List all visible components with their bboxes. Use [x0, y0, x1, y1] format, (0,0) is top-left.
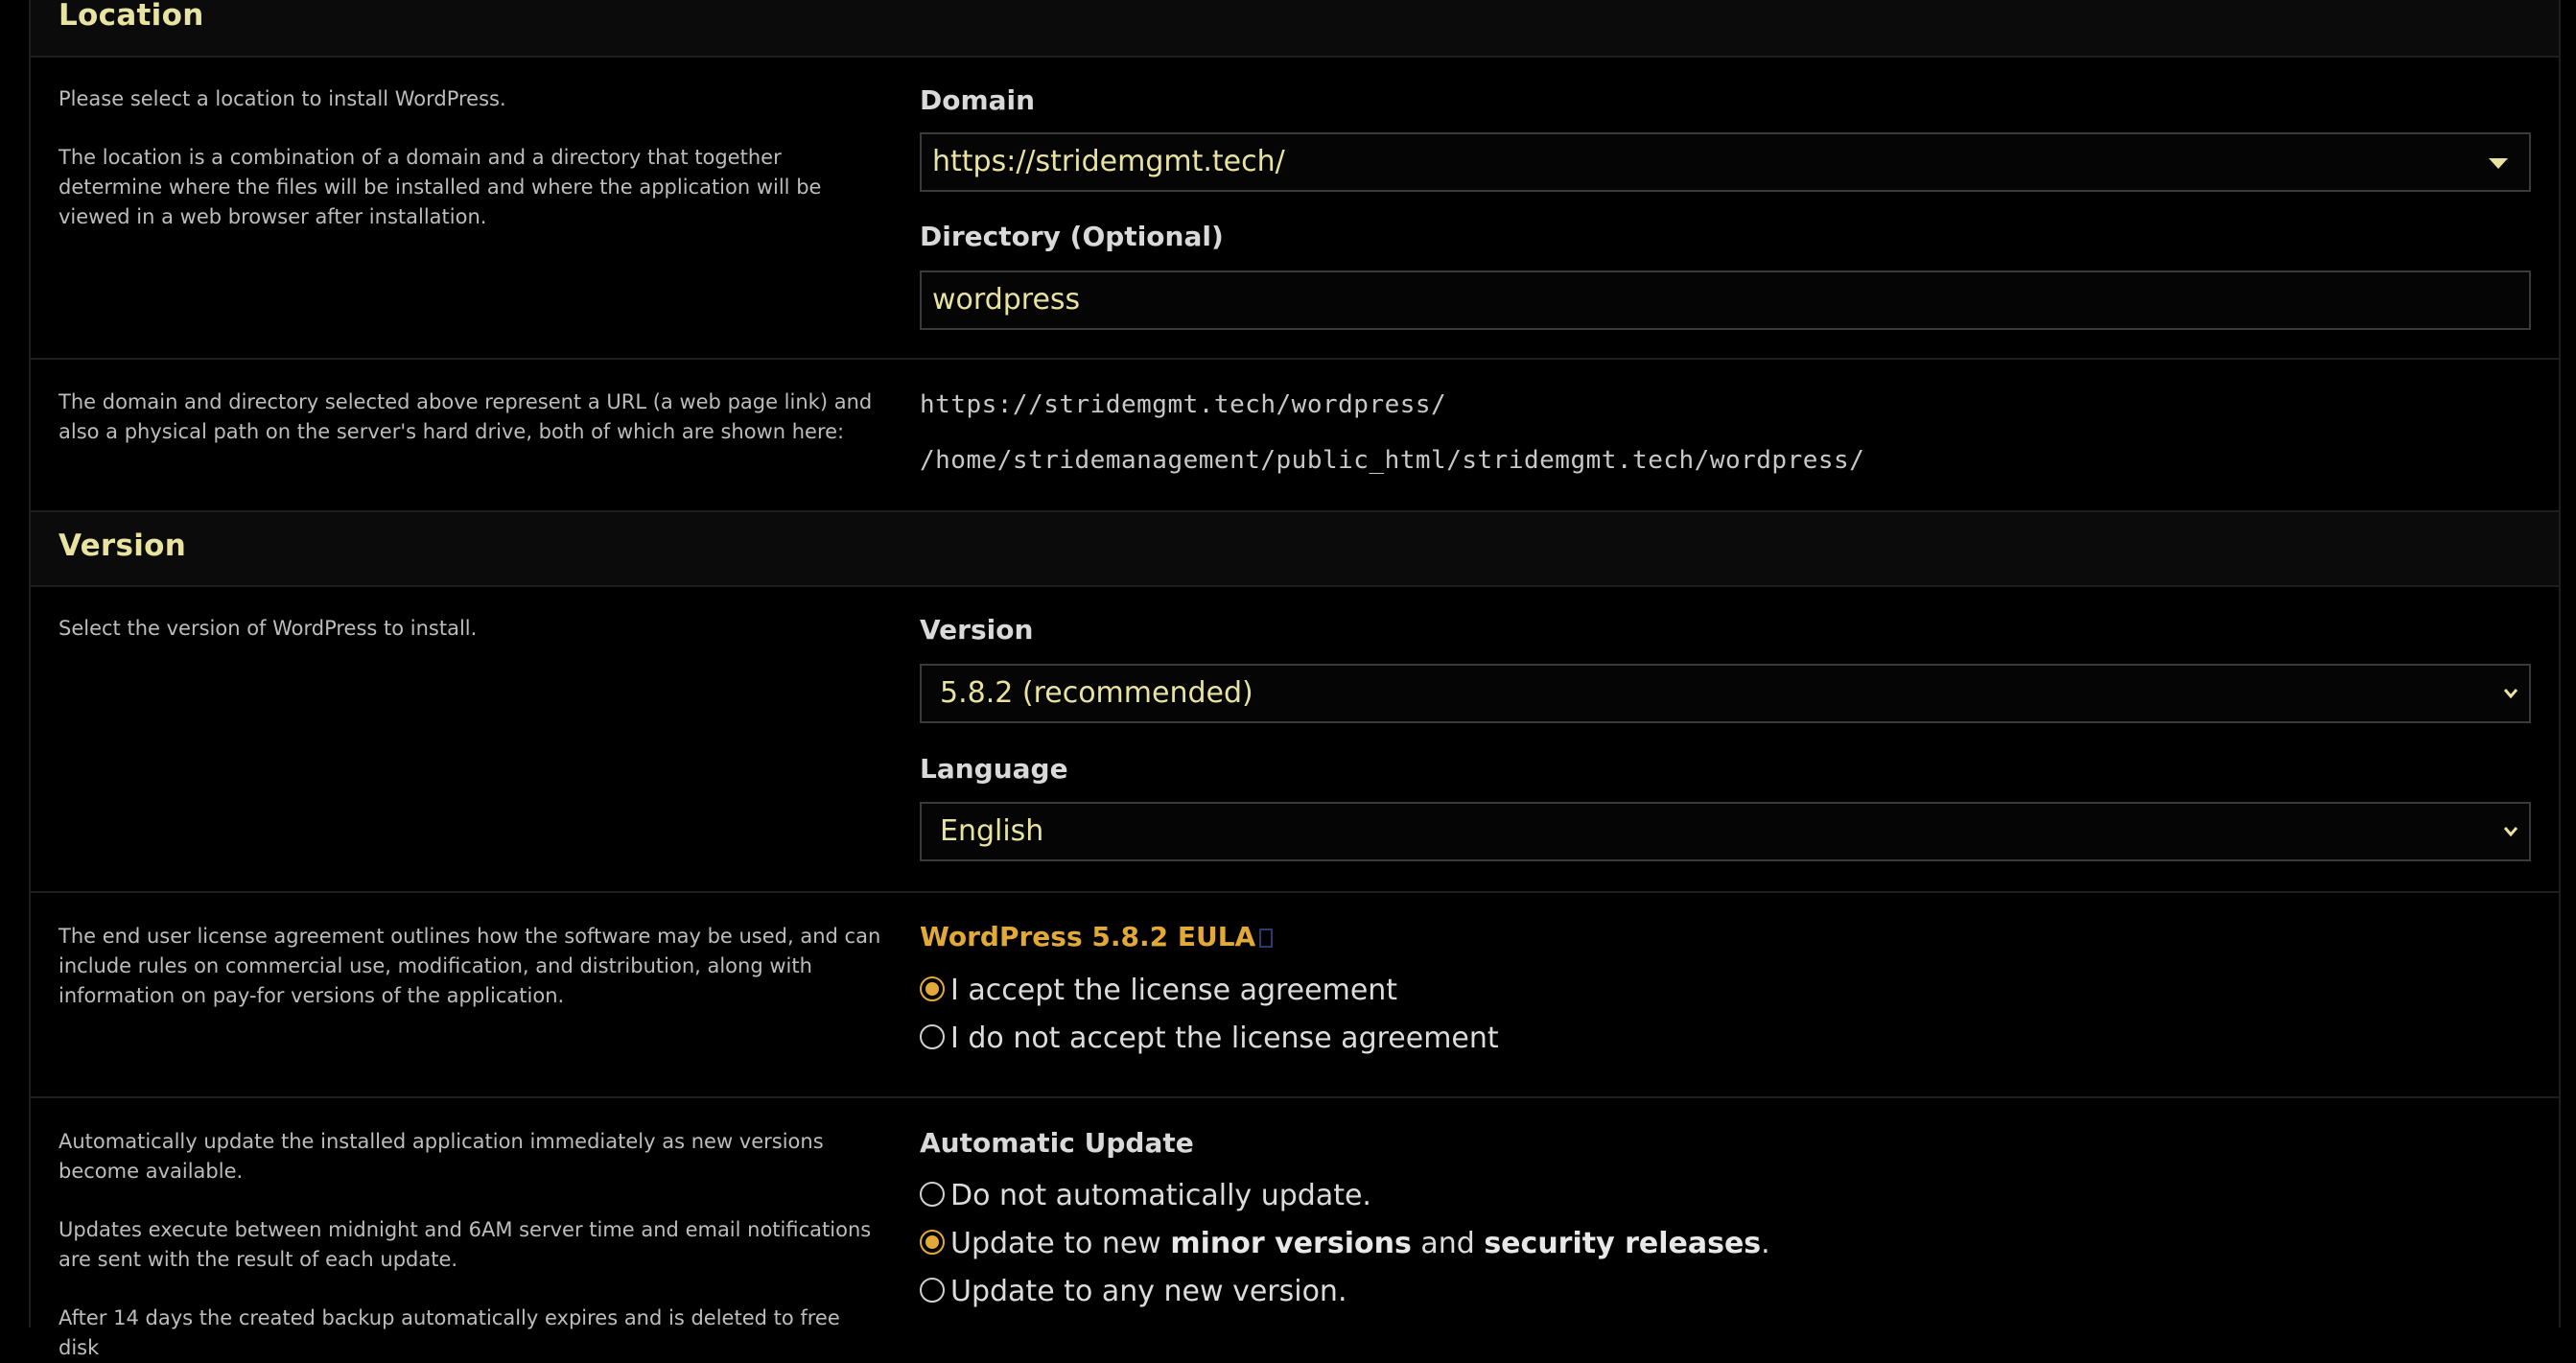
- autoupdate-any-label: Update to any new version.: [950, 1275, 1347, 1308]
- version-select[interactable]: 5.8.2 (recommended): [920, 664, 2531, 723]
- location-section-header: Location: [31, 0, 2559, 58]
- divider: [31, 891, 2559, 893]
- autoupdate-help: Automatically update the installed appli…: [59, 1127, 883, 1363]
- autoupdate-minor-prefix: Update to new: [950, 1227, 1171, 1260]
- autoupdate-label: Automatic Update: [920, 1127, 1194, 1159]
- autoupdate-minor-mid: and: [1411, 1227, 1485, 1260]
- domain-value: https://stridemgmt.tech/: [932, 145, 1285, 178]
- eula-decline-option[interactable]: I do not accept the license agreement: [920, 1020, 1499, 1058]
- version-section-header: Version: [31, 510, 2559, 587]
- path-help-text: The domain and directory selected above …: [59, 390, 873, 443]
- language-selected: English: [940, 814, 1044, 848]
- location-heading: Location: [59, 0, 204, 33]
- installer-frame: Location Please select a location to ins…: [29, 0, 2561, 1359]
- eula-link-text: WordPress 5.8.2 EULA: [920, 921, 1256, 952]
- url-readout: https://stridemgmt.tech/wordpress/: [920, 390, 1447, 419]
- autoupdate-none-label: Do not automatically update.: [950, 1179, 1371, 1212]
- directory-value: wordpress: [932, 283, 1081, 317]
- version-help: Select the version of WordPress to insta…: [59, 614, 883, 644]
- autoupdate-minor-bold2: security releases: [1484, 1227, 1762, 1260]
- eula-help-text: The end user license agreement outlines …: [59, 925, 881, 1007]
- autoupdate-minor-suffix: .: [1761, 1227, 1770, 1260]
- directory-input[interactable]: wordpress: [920, 270, 2531, 330]
- eula-help: The end user license agreement outlines …: [59, 922, 883, 1011]
- radio-unchecked-icon[interactable]: [920, 1277, 945, 1303]
- autoupdate-minor-option[interactable]: Update to new minor versions and securit…: [920, 1225, 1770, 1263]
- radio-checked-icon[interactable]: [920, 1229, 945, 1255]
- divider: [31, 358, 2559, 360]
- caret-down-icon: [2489, 158, 2508, 169]
- autoupdate-help-p2: Updates execute between midnight and 6AM…: [59, 1218, 872, 1271]
- language-select[interactable]: English: [920, 802, 2531, 861]
- eula-decline-label: I do not accept the license agreement: [950, 1022, 1499, 1055]
- eula-accept-label: I accept the license agreement: [950, 974, 1398, 1007]
- radio-unchecked-icon[interactable]: [920, 1181, 945, 1207]
- language-label: Language: [920, 753, 1068, 785]
- radio-unchecked-icon[interactable]: [920, 1023, 945, 1049]
- domain-label: Domain: [920, 84, 1036, 116]
- autoupdate-minor-bold1: minor versions: [1170, 1227, 1412, 1260]
- divider: [31, 1096, 2559, 1098]
- autoupdate-any-option[interactable]: Update to any new version.: [920, 1273, 1347, 1311]
- version-heading: Version: [59, 529, 187, 563]
- location-help-p2: The location is a combination of a domai…: [59, 146, 822, 228]
- autoupdate-help-p3: After 14 days the created backup automat…: [59, 1306, 840, 1359]
- eula-accept-option[interactable]: I accept the license agreement: [920, 972, 1397, 1010]
- external-link-icon: [1259, 928, 1274, 948]
- autoupdate-none-option[interactable]: Do not automatically update.: [920, 1177, 1371, 1215]
- version-help-text: Select the version of WordPress to insta…: [59, 617, 478, 640]
- location-help: Please select a location to install Word…: [59, 84, 883, 232]
- location-help-p1: Please select a location to install Word…: [59, 87, 506, 110]
- eula-link[interactable]: WordPress 5.8.2 EULA: [920, 921, 1274, 952]
- version-selected: 5.8.2 (recommended): [940, 676, 1253, 710]
- chevron-down-icon: [2503, 689, 2518, 699]
- version-label: Version: [920, 614, 1034, 646]
- path-help: The domain and directory selected above …: [59, 388, 883, 447]
- autoupdate-help-p1: Automatically update the installed appli…: [59, 1130, 824, 1183]
- directory-label: Directory (Optional): [920, 221, 1224, 252]
- radio-checked-icon[interactable]: [920, 975, 945, 1001]
- domain-select[interactable]: https://stridemgmt.tech/: [920, 132, 2531, 192]
- path-readout: /home/stridemanagement/public_html/strid…: [920, 446, 1865, 475]
- chevron-down-icon: [2503, 827, 2518, 837]
